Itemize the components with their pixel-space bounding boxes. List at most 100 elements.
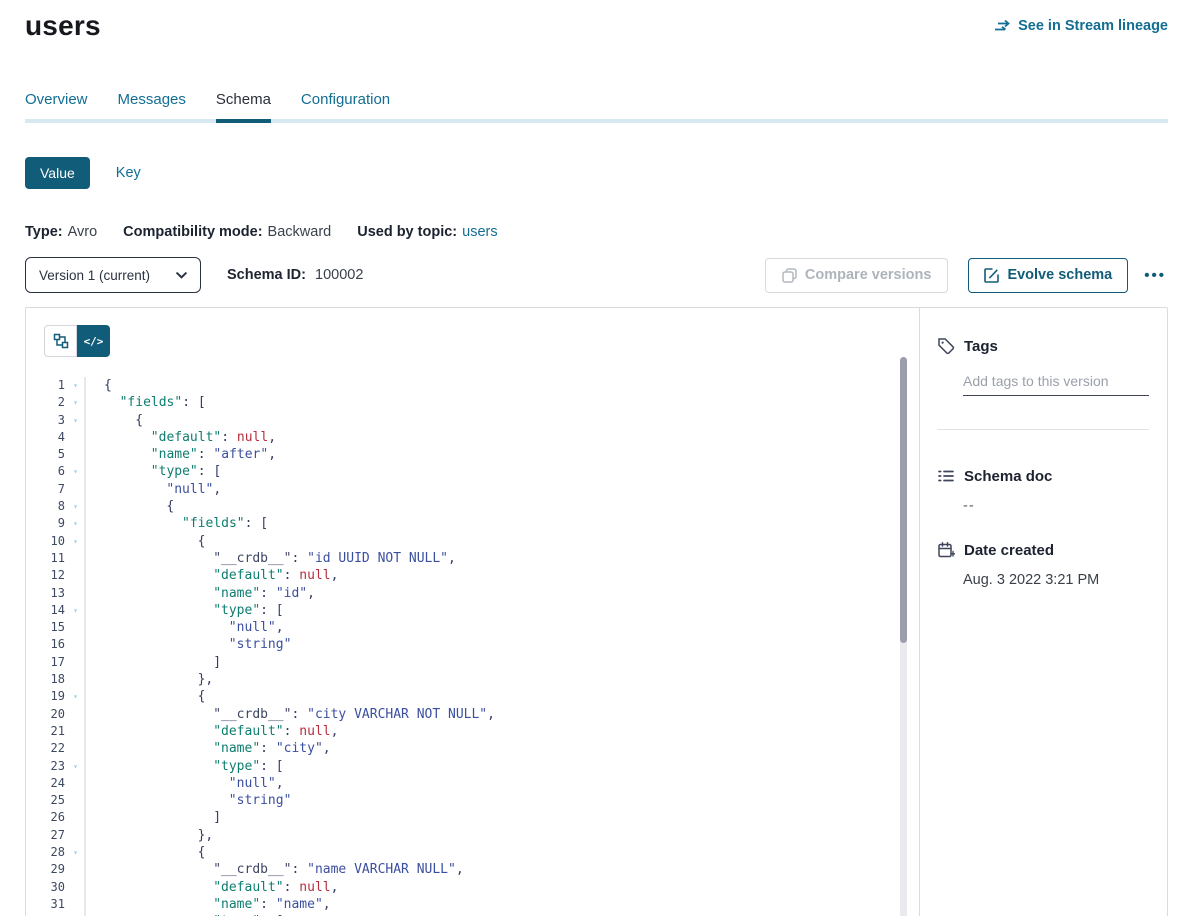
line-number: 25 — [26, 792, 67, 809]
key-toggle-button[interactable]: Key — [116, 165, 141, 181]
meta-type-value: Avro — [68, 224, 98, 240]
fold-toggle-icon[interactable]: ▾ — [67, 394, 84, 411]
line-number: 23 — [26, 758, 67, 775]
code-text: "default": null, — [86, 429, 276, 446]
meta-topic: Used by topic: users — [357, 224, 497, 240]
tags-title: Tags — [964, 338, 998, 355]
code-text: "default": null, — [86, 723, 338, 740]
chevron-down-icon — [176, 272, 187, 279]
meta-compatibility: Compatibility mode: Backward — [123, 224, 331, 240]
code-text: "null", — [86, 481, 221, 498]
code-line: 7 "null", — [26, 481, 919, 498]
fold-toggle-icon[interactable]: ▾ — [67, 515, 84, 532]
more-options-button[interactable]: ••• — [1142, 263, 1168, 288]
code-line: 26] — [26, 809, 919, 826]
edit-icon — [984, 268, 999, 283]
code-line: 18}, — [26, 671, 919, 688]
fold-toggle-icon[interactable]: ▾ — [67, 498, 84, 515]
fold-toggle-icon[interactable]: ▾ — [67, 602, 84, 619]
code-view-button[interactable]: </> — [77, 325, 110, 357]
code-line: 31"name": "name", — [26, 896, 919, 913]
line-number: 11 — [26, 550, 67, 567]
schema-doc-section: Schema doc -- — [937, 467, 1149, 514]
version-select[interactable]: Version 1 (current) — [25, 257, 201, 293]
schema-id: Schema ID: 100002 — [227, 267, 363, 283]
tab-schema[interactable]: Schema — [216, 91, 271, 123]
line-number: 5 — [26, 446, 67, 463]
page-title: users — [25, 10, 101, 42]
evolve-schema-label: Evolve schema — [1007, 267, 1112, 283]
code-line: 10▾{ — [26, 533, 919, 550]
schema-page: users See in Stream lineage Overview Mes… — [0, 0, 1189, 916]
line-number: 20 — [26, 706, 67, 723]
code-text: "string" — [86, 792, 291, 809]
code-line: 11"__crdb__": "id UUID NOT NULL", — [26, 550, 919, 567]
line-number: 4 — [26, 429, 67, 446]
line-number: 7 — [26, 481, 67, 498]
code-line: 5 "name": "after", — [26, 446, 919, 463]
fold-toggle-icon[interactable]: ▾ — [67, 463, 84, 480]
tags-header: Tags — [937, 337, 1149, 355]
tab-overview[interactable]: Overview — [25, 91, 88, 119]
code-line: 13"name": "id", — [26, 585, 919, 602]
schema-doc-header: Schema doc — [937, 467, 1149, 485]
code-line: 4 "default": null, — [26, 429, 919, 446]
code-text: "default": null, — [86, 567, 338, 584]
schema-sidebar: Tags Schema doc -- — [919, 308, 1167, 916]
code-line: 2▾"fields": [ — [26, 394, 919, 411]
meta-type-label: Type: — [25, 224, 63, 240]
stream-lineage-link[interactable]: See in Stream lineage — [994, 10, 1168, 34]
code-line: 24"null", — [26, 775, 919, 792]
code-lines: 1▾{2▾"fields": [3▾{4"default": null,5"na… — [26, 357, 919, 916]
fold-toggle-icon[interactable]: ▾ — [67, 377, 84, 394]
code-line: 23▾"type": [ — [26, 758, 919, 775]
code-text: "name": "after", — [86, 446, 276, 463]
stream-lineage-icon — [994, 19, 1011, 34]
code-line: 20"__crdb__": "city VARCHAR NOT NULL", — [26, 706, 919, 723]
tree-view-button[interactable] — [44, 325, 77, 357]
editor-view-toggle: </> — [26, 308, 919, 357]
line-number: 12 — [26, 567, 67, 584]
evolve-schema-button[interactable]: Evolve schema — [968, 258, 1128, 293]
code-line: 16"string" — [26, 636, 919, 653]
schema-id-label: Schema ID: — [227, 267, 306, 283]
line-number: 21 — [26, 723, 67, 740]
compare-versions-label: Compare versions — [805, 267, 932, 283]
tag-icon — [937, 337, 955, 355]
code-text: { — [86, 533, 205, 550]
editor-scrollbar — [900, 357, 907, 916]
code-line: 6▾"type": [ — [26, 463, 919, 480]
line-number: 9 — [26, 515, 67, 532]
value-toggle-button[interactable]: Value — [25, 157, 90, 189]
line-number: 22 — [26, 740, 67, 757]
version-actions: Compare versions Evolve schema ••• — [765, 258, 1168, 293]
line-number: 16 — [26, 636, 67, 653]
fold-toggle-icon[interactable]: ▾ — [67, 844, 84, 861]
fold-toggle-icon[interactable]: ▾ — [67, 533, 84, 550]
code-line: 21 "default": null, — [26, 723, 919, 740]
code-text: { — [86, 498, 174, 515]
code-text: { — [86, 377, 112, 394]
add-tags-input[interactable] — [963, 371, 1149, 396]
code-line: 19▾{ — [26, 688, 919, 705]
code-line: 1▾{ — [26, 377, 919, 394]
line-number: 24 — [26, 775, 67, 792]
fold-toggle-icon[interactable]: ▾ — [67, 758, 84, 775]
fold-toggle-icon[interactable]: ▾ — [67, 688, 84, 705]
code-text: "fields": [ — [86, 394, 206, 411]
line-number: 27 — [26, 827, 67, 844]
compare-versions-button[interactable]: Compare versions — [765, 258, 949, 293]
schema-doc-value: -- — [963, 498, 1149, 514]
tab-messages[interactable]: Messages — [118, 91, 186, 119]
fold-toggle-icon[interactable]: ▾ — [67, 412, 84, 429]
schema-editor: </> 1▾{2▾"fields": [3▾{4"default": null,… — [26, 308, 919, 916]
code-line: 27}, — [26, 827, 919, 844]
tree-view-icon — [53, 333, 69, 349]
editor-scrollbar-thumb[interactable] — [900, 357, 907, 643]
topic-link[interactable]: users — [462, 224, 497, 240]
page-header: users See in Stream lineage — [25, 0, 1168, 42]
code-line: 25 "string" — [26, 792, 919, 809]
tab-configuration[interactable]: Configuration — [301, 91, 390, 119]
line-number: 19 — [26, 688, 67, 705]
date-created-title: Date created — [964, 542, 1054, 559]
